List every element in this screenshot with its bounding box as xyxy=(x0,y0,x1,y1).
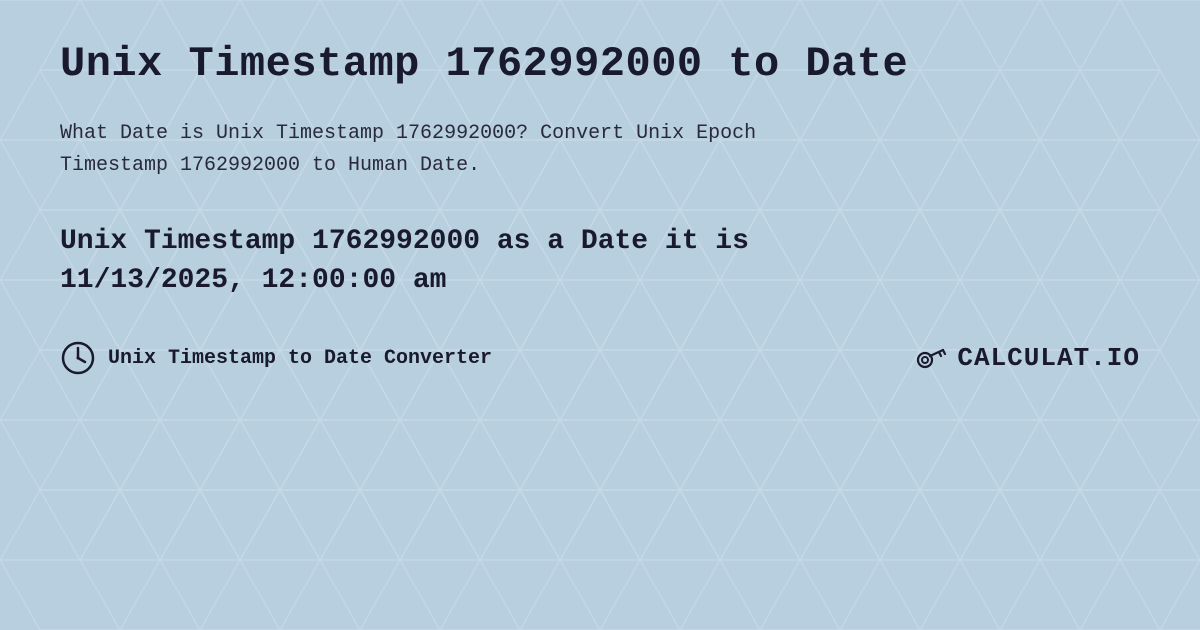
logo: CALCULAT.IO xyxy=(913,340,1140,376)
logo-text: CALCULAT.IO xyxy=(957,343,1140,373)
description-line2: Timestamp 1762992000 to Human Date. xyxy=(60,154,480,177)
result-line2: 11/13/2025, 12:00:00 am xyxy=(60,265,446,296)
footer-left: Unix Timestamp to Date Converter xyxy=(60,340,492,376)
result-line1: Unix Timestamp 1762992000 as a Date it i… xyxy=(60,226,749,257)
result-section: Unix Timestamp 1762992000 as a Date it i… xyxy=(60,222,1140,300)
main-content: Unix Timestamp 1762992000 to Date What D… xyxy=(0,0,1200,416)
result-text: Unix Timestamp 1762992000 as a Date it i… xyxy=(60,222,1140,300)
footer: Unix Timestamp to Date Converter CALCULA… xyxy=(60,340,1140,376)
converter-label: Unix Timestamp to Date Converter xyxy=(108,347,492,370)
clock-icon xyxy=(60,340,96,376)
description-line1: What Date is Unix Timestamp 1762992000? … xyxy=(60,122,756,145)
logo-icon xyxy=(913,340,949,376)
page-title: Unix Timestamp 1762992000 to Date xyxy=(60,40,1140,88)
description: What Date is Unix Timestamp 1762992000? … xyxy=(60,118,1140,182)
